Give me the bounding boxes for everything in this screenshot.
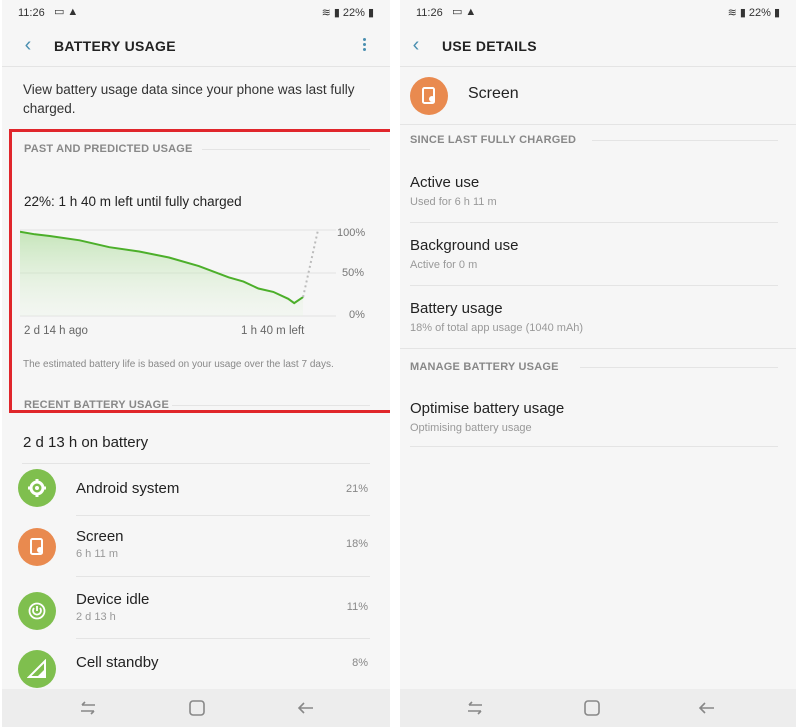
- signal-icon: ▮: [739, 7, 746, 19]
- navigation-bar: [400, 689, 796, 727]
- navigation-bar: [2, 689, 390, 727]
- detail-active-use[interactable]: Active use Used for 6 h 11 m: [400, 168, 796, 228]
- divider: [76, 638, 370, 639]
- battery-icon: ▮: [773, 7, 780, 19]
- app-name: Android system: [76, 480, 180, 497]
- back-button[interactable]: ‹: [404, 34, 428, 58]
- battery-icon: ▮: [367, 7, 374, 19]
- app-percent: 11%: [346, 601, 368, 613]
- back-icon[interactable]: [695, 698, 719, 718]
- status-bar: 11:26 ▭▲ ≋ ▮ 22% ▮: [2, 0, 390, 26]
- notification-icons: ▭▲: [54, 5, 81, 18]
- divider: [2, 66, 390, 67]
- detail-title: Active use: [410, 174, 480, 191]
- battery-percent: 22%: [748, 6, 771, 19]
- use-details-screen: 11:26 ▭▲ ≋ ▮ 22% ▮ ‹ USE DETAILS Screen …: [400, 0, 796, 727]
- divider: [400, 124, 796, 125]
- app-percent: 8%: [352, 657, 368, 669]
- detail-battery-usage[interactable]: Battery usage 18% of total app usage (10…: [400, 294, 796, 354]
- battery-usage-screen: 11:26 ▭▲ ≋ ▮ 22% ▮ ‹ BATTERY USAGE View …: [2, 0, 390, 727]
- signal-icon: ▮: [333, 7, 340, 19]
- list-item-device-idle[interactable]: Device idle 2 d 13 h 11%: [2, 582, 390, 642]
- detail-subtitle: Used for 6 h 11 m: [410, 196, 497, 208]
- notification-icons: ▭▲: [452, 5, 479, 18]
- battery-percent: 22%: [342, 6, 365, 19]
- wifi-icon: ≋: [321, 7, 331, 19]
- page-title: BATTERY USAGE: [54, 38, 176, 54]
- app-name: Cell standby: [76, 654, 159, 671]
- highlight-annotation: [9, 129, 390, 413]
- power-icon: [18, 592, 56, 630]
- alert-icon: ▲: [465, 6, 480, 18]
- detail-subtitle: 18% of total app usage (1040 mAh): [410, 322, 584, 334]
- recents-icon[interactable]: [464, 698, 488, 718]
- section-since-charged: SINCE LAST FULLY CHARGED: [410, 134, 577, 146]
- gear-icon: [18, 469, 56, 507]
- page-title: USE DETAILS: [442, 38, 537, 54]
- back-button[interactable]: ‹: [16, 34, 40, 58]
- detail-title: Background use: [410, 237, 519, 254]
- chevron-left-icon: ‹: [412, 34, 420, 56]
- status-time: 11:26: [18, 7, 45, 19]
- chevron-left-icon: ‹: [24, 34, 32, 56]
- list-item-screen[interactable]: Screen 6 h 11 m 18%: [2, 518, 390, 578]
- app-usage-time: 2 d 13 h: [76, 611, 116, 623]
- app-percent: 21%: [345, 483, 368, 495]
- screen-icon: [18, 528, 56, 566]
- divider: [410, 222, 778, 223]
- app-name: Screen: [76, 528, 124, 545]
- detail-subtitle: Optimising battery usage: [410, 422, 532, 434]
- optimise-battery-usage[interactable]: Optimise battery usage Optimising batter…: [400, 394, 796, 454]
- detail-title: Battery usage: [410, 300, 503, 317]
- status-time: 11:26: [416, 7, 443, 19]
- laptop-icon: ▭: [452, 6, 466, 18]
- more-options-button[interactable]: [358, 36, 370, 56]
- app-percent: 18%: [345, 538, 368, 550]
- section-manage-usage: MANAGE BATTERY USAGE: [410, 361, 559, 373]
- divider: [410, 285, 778, 286]
- app-usage-time: 6 h 11 m: [76, 548, 118, 560]
- divider: [400, 66, 796, 67]
- alert-icon: ▲: [67, 6, 82, 18]
- app-detail-name: Screen: [468, 85, 519, 102]
- divider: [410, 446, 778, 447]
- screen-icon: [410, 77, 448, 115]
- list-item-android-system[interactable]: Android system 21%: [2, 459, 390, 519]
- divider: [76, 576, 370, 577]
- status-bar: 11:26 ▭▲ ≋ ▮ 22% ▮: [400, 0, 796, 26]
- app-bar: ‹ BATTERY USAGE: [2, 26, 390, 66]
- back-icon[interactable]: [294, 698, 318, 718]
- section-divider: [580, 367, 778, 368]
- intro-text: View battery usage data since your phone…: [23, 82, 355, 116]
- laptop-icon: ▭: [54, 6, 68, 18]
- wifi-icon: ≋: [727, 7, 737, 19]
- home-icon[interactable]: [185, 698, 209, 718]
- app-bar: ‹ USE DETAILS: [400, 26, 796, 66]
- divider: [400, 348, 796, 349]
- app-name: Device idle: [76, 591, 150, 608]
- recents-icon[interactable]: [77, 698, 101, 718]
- cell-signal-icon: [18, 650, 56, 688]
- divider: [76, 515, 370, 516]
- home-icon[interactable]: [580, 698, 604, 718]
- detail-background-use[interactable]: Background use Active for 0 m: [400, 231, 796, 291]
- section-divider: [592, 140, 778, 141]
- detail-subtitle: Active for 0 m: [410, 259, 478, 271]
- on-battery-duration: 2 d 13 h on battery: [23, 434, 149, 451]
- detail-title: Optimise battery usage: [410, 400, 565, 417]
